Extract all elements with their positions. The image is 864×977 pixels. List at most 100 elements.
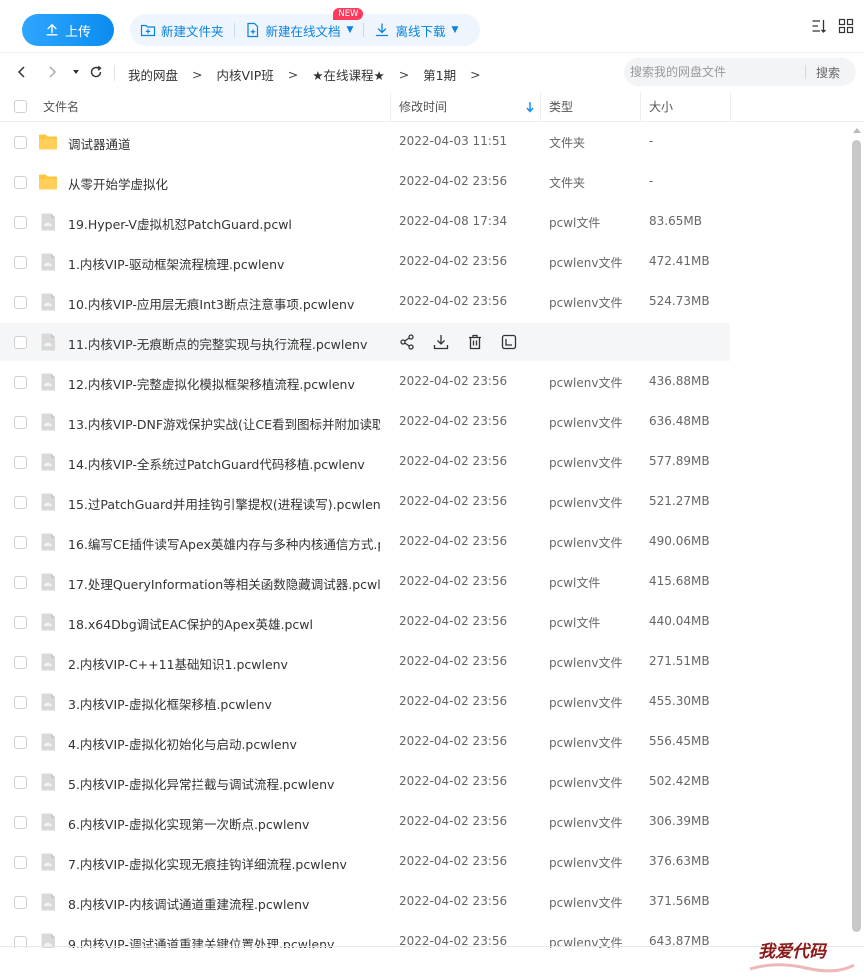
table-row[interactable]: 3.内核VIP-虚拟化框架移植.pcwlenv 2022-04-02 23:56 p… <box>0 682 864 722</box>
table-row[interactable]: 15.过PatchGuard并用挂钩引擎提权(进程读写).pcwlenv 2022… <box>0 482 864 522</box>
table-row[interactable]: 4.内核VIP-虚拟化初始化与启动.pcwlenv 2022-04-02 23:5… <box>0 722 864 762</box>
row-checkbox[interactable] <box>14 216 27 229</box>
file-name[interactable]: 3.内核VIP-虚拟化框架移植.pcwlenv <box>68 694 272 713</box>
table-row[interactable]: 17.处理QueryInformation等相关函数隐藏调试器.pcwl 2022… <box>0 562 864 602</box>
caret-down-icon <box>73 70 79 74</box>
file-modified-time: 2022-04-08 17:34 <box>399 214 508 228</box>
row-checkbox[interactable] <box>14 736 27 749</box>
table-row[interactable]: 11.内核VIP-无痕断点的完整实现与执行流程.pcwlenv <box>0 322 864 362</box>
row-checkbox[interactable] <box>14 256 27 269</box>
header-modified[interactable]: 修改时间 <box>399 92 447 122</box>
file-name[interactable]: 调试器通道 <box>68 134 131 153</box>
breadcrumb-item[interactable]: 第1期 <box>423 65 456 84</box>
file-name[interactable]: 5.内核VIP-虚拟化异常拦截与调试流程.pcwlenv <box>68 774 334 793</box>
table-row[interactable]: 9.内核VIP-调试通道重建关键位置处理.pcwlenv 2022-04-02 2… <box>0 922 864 948</box>
row-checkbox[interactable] <box>14 816 27 829</box>
file-size: 524.73MB <box>649 294 710 308</box>
history-dropdown[interactable] <box>68 64 84 80</box>
new-folder-button[interactable]: 新建文件夹 <box>130 14 234 46</box>
sort-icon[interactable] <box>811 18 827 34</box>
table-row[interactable]: 1.内核VIP-驱动框架流程梳理.pcwlenv 2022-04-02 23:56… <box>0 242 864 282</box>
table-row[interactable]: 12.内核VIP-完整虚拟化模拟框架移植流程.pcwlenv 2022-04-02… <box>0 362 864 402</box>
file-name[interactable]: 17.处理QueryInformation等相关函数隐藏调试器.pcwl <box>68 574 380 593</box>
file-name[interactable]: 6.内核VIP-虚拟化实现第一次断点.pcwlenv <box>68 814 309 833</box>
row-checkbox[interactable] <box>14 336 27 349</box>
row-checkbox[interactable] <box>14 296 27 309</box>
file-name[interactable]: 10.内核VIP-应用层无痕Int3断点注意事项.pcwlenv <box>68 294 354 313</box>
scroll-up-arrow[interactable] <box>853 128 861 133</box>
forward-button[interactable] <box>44 64 60 80</box>
table-row[interactable]: 5.内核VIP-虚拟化异常拦截与调试流程.pcwlenv 2022-04-02 2… <box>0 762 864 802</box>
table-row[interactable]: 7.内核VIP-虚拟化实现无痕挂钩详细流程.pcwlenv 2022-04-02 … <box>0 842 864 882</box>
file-name[interactable]: 12.内核VIP-完整虚拟化模拟框架移植流程.pcwlenv <box>68 374 355 393</box>
table-row[interactable]: 10.内核VIP-应用层无痕Int3断点注意事项.pcwlenv 2022-04-… <box>0 282 864 322</box>
table-row[interactable]: 16.编写CE插件读写Apex英雄内存与多种内核通信方式.p... 2022-04… <box>0 522 864 562</box>
row-checkbox[interactable] <box>14 536 27 549</box>
table-row[interactable]: 2.内核VIP-C++11基础知识1.pcwlenv 2022-04-02 23:… <box>0 642 864 682</box>
table-row[interactable]: 6.内核VIP-虚拟化实现第一次断点.pcwlenv 2022-04-02 23:… <box>0 802 864 842</box>
share-icon[interactable] <box>398 333 416 351</box>
breadcrumb-item[interactable]: 我的网盘 <box>128 65 178 84</box>
breadcrumb-item[interactable]: ★在线课程★ <box>312 65 384 84</box>
refresh-button[interactable] <box>88 64 104 80</box>
file-type: pcwlenv文件 <box>549 496 623 510</box>
file-name[interactable]: 从零开始学虚拟化 <box>68 174 168 193</box>
breadcrumb-item[interactable]: 内核VIP班 <box>217 65 274 84</box>
upload-label: 上传 <box>64 24 91 40</box>
row-checkbox[interactable] <box>14 856 27 869</box>
back-button[interactable] <box>14 64 30 80</box>
header-type[interactable]: 类型 <box>549 92 573 122</box>
file-name[interactable]: 14.内核VIP-全系统过PatchGuard代码移植.pcwlenv <box>68 454 365 473</box>
header-size[interactable]: 大小 <box>649 92 673 122</box>
header-filename[interactable]: 文件名 <box>43 92 79 122</box>
row-checkbox[interactable] <box>14 136 27 149</box>
file-size: 490.06MB <box>649 534 710 548</box>
offline-download-button[interactable]: 离线下载 ▼ <box>364 14 468 46</box>
row-checkbox[interactable] <box>14 456 27 469</box>
table-row[interactable]: 调试器通道 2022-04-03 11:51 文件夹 - <box>0 122 864 162</box>
file-size: 83.65MB <box>649 214 702 228</box>
download-icon[interactable] <box>432 333 450 351</box>
file-name[interactable]: 4.内核VIP-虚拟化初始化与启动.pcwlenv <box>68 734 297 753</box>
row-checkbox[interactable] <box>14 776 27 789</box>
row-checkbox[interactable] <box>14 496 27 509</box>
row-checkbox[interactable] <box>14 376 27 389</box>
file-name[interactable]: 18.x64Dbg调试EAC保护的Apex英雄.pcwl <box>68 614 313 633</box>
row-checkbox[interactable] <box>14 416 27 429</box>
file-name[interactable]: 15.过PatchGuard并用挂钩引擎提权(进程读写).pcwlenv <box>68 494 380 513</box>
upload-button[interactable]: 上传 <box>22 14 114 46</box>
row-checkbox[interactable] <box>14 576 27 589</box>
grid-view-icon[interactable] <box>838 18 854 34</box>
file-name[interactable]: 2.内核VIP-C++11基础知识1.pcwlenv <box>68 654 288 673</box>
file-name[interactable]: 16.编写CE插件读写Apex英雄内存与多种内核通信方式.p... <box>68 534 380 553</box>
file-name[interactable]: 8.内核VIP-内核调试通道重建流程.pcwlenv <box>68 894 309 913</box>
file-icon <box>41 413 55 431</box>
select-all-checkbox[interactable] <box>14 100 27 113</box>
row-checkbox[interactable] <box>14 896 27 909</box>
search-button[interactable]: 搜索 <box>816 64 840 81</box>
table-row[interactable]: 19.Hyper-V虚拟机怼PatchGuard.pcwl 2022-04-08 … <box>0 202 864 242</box>
file-icon <box>41 333 55 351</box>
row-checkbox[interactable] <box>14 176 27 189</box>
more-icon[interactable] <box>500 333 518 351</box>
search-box: 搜索 <box>624 58 856 86</box>
table-row[interactable]: 从零开始学虚拟化 2022-04-02 23:56 文件夹 - <box>0 162 864 202</box>
new-online-doc-button[interactable]: 新建在线文档 ▼ NEW <box>235 8 364 46</box>
row-checkbox[interactable] <box>14 656 27 669</box>
table-row[interactable]: 14.内核VIP-全系统过PatchGuard代码移植.pcwlenv 2022-… <box>0 442 864 482</box>
table-row[interactable]: 18.x64Dbg调试EAC保护的Apex英雄.pcwl 2022-04-02 2… <box>0 602 864 642</box>
row-checkbox[interactable] <box>14 696 27 709</box>
column-divider <box>640 92 641 122</box>
row-checkbox[interactable] <box>14 616 27 629</box>
file-name[interactable]: 1.内核VIP-驱动框架流程梳理.pcwlenv <box>68 254 284 273</box>
table-row[interactable]: 8.内核VIP-内核调试通道重建流程.pcwlenv 2022-04-02 23:… <box>0 882 864 922</box>
search-input[interactable] <box>630 62 800 82</box>
file-name[interactable]: 13.内核VIP-DNF游戏保护实战(让CE看到图标并附加读取... <box>68 414 380 433</box>
scrollbar-thumb[interactable] <box>852 140 861 932</box>
file-name[interactable]: 7.内核VIP-虚拟化实现无痕挂钩详细流程.pcwlenv <box>68 854 347 873</box>
file-name[interactable]: 19.Hyper-V虚拟机怼PatchGuard.pcwl <box>68 214 292 233</box>
trash-icon[interactable] <box>466 333 484 351</box>
table-row[interactable]: 13.内核VIP-DNF游戏保护实战(让CE看到图标并附加读取... 2022-0… <box>0 402 864 442</box>
file-size: 440.04MB <box>649 614 710 628</box>
file-name[interactable]: 11.内核VIP-无痕断点的完整实现与执行流程.pcwlenv <box>68 334 367 353</box>
